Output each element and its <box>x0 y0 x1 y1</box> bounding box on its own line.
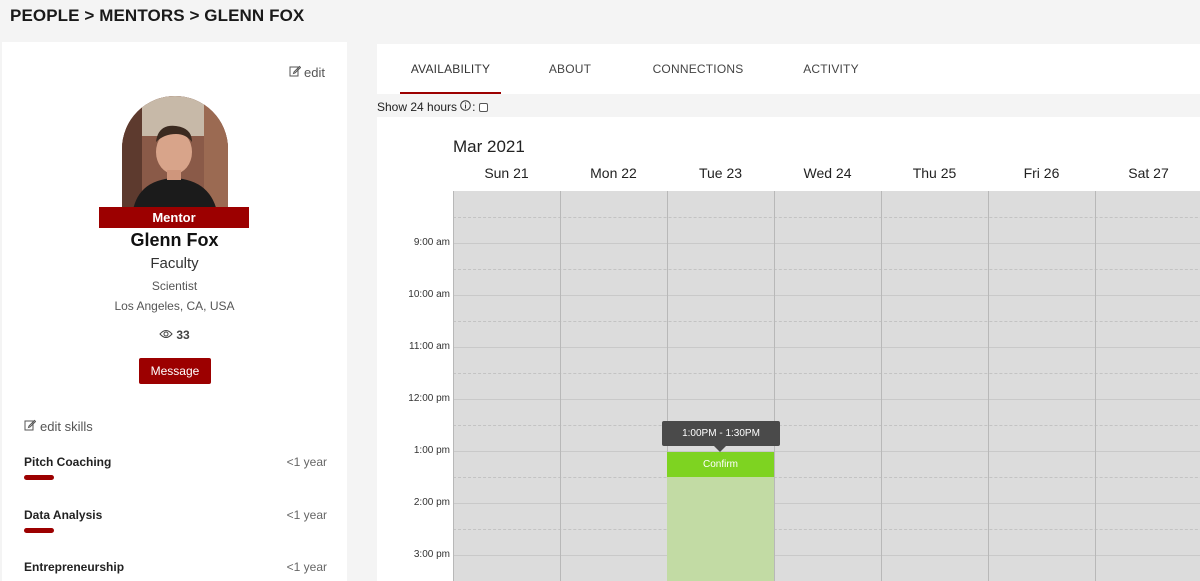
skill-duration: <1 year <box>286 508 327 522</box>
time-label: 3:00 pm <box>413 549 450 560</box>
tab-availability[interactable]: AVAILABILITY <box>400 44 501 94</box>
day-header: Sun 21 <box>484 165 529 181</box>
confirm-button[interactable]: Confirm <box>667 452 774 477</box>
profile-title: Faculty <box>150 255 199 272</box>
edit-skills-link[interactable]: edit skills <box>24 419 93 434</box>
edit-skills-label: edit skills <box>40 419 93 434</box>
day-header: Sat 27 <box>1128 165 1169 181</box>
skill-name: Entrepreneurship <box>24 560 125 574</box>
tab-connections[interactable]: CONNECTIONS <box>645 44 751 94</box>
skill-level-bar <box>24 528 54 533</box>
edit-profile-label: edit <box>304 65 325 80</box>
tab-bar: AVAILABILITY ABOUT CONNECTIONS ACTIVITY <box>377 44 1200 94</box>
show-24-hours-label: Show 24 hours <box>377 100 458 114</box>
edit-icon <box>24 419 37 434</box>
day-header: Thu 25 <box>912 165 957 181</box>
skill-item: Data Analysis <1 year <box>24 508 327 533</box>
time-slot-tooltip: 1:00PM - 1:30PM <box>662 421 780 452</box>
day-header: Mon 22 <box>590 165 637 181</box>
time-label: 12:00 pm <box>408 393 450 404</box>
calendar-month: Mar 2021 <box>453 137 525 156</box>
view-count: 33 <box>2 328 347 342</box>
breadcrumb: PEOPLE > MENTORS > GLENN FOX <box>10 6 305 25</box>
skill-item: Entrepreneurship <1 year <box>24 560 327 574</box>
calendar-grid[interactable] <box>453 191 1200 581</box>
availability-calendar: Mar 2021 Sun 21 Mon 22 Tue 23 Wed 24 Thu… <box>377 117 1200 581</box>
skill-duration: <1 year <box>286 560 327 574</box>
tab-about[interactable]: ABOUT <box>537 44 603 94</box>
profile-panel: edit Mentor Glenn Fox Faculty Scientist … <box>2 42 347 581</box>
time-label: 1:00 pm <box>413 445 450 456</box>
time-label: 2:00 pm <box>413 497 450 508</box>
profile-location: Los Angeles, CA, USA <box>114 299 235 313</box>
profile-name: Glenn Fox <box>130 230 219 250</box>
edit-icon <box>289 65 302 80</box>
show-24-hours-toggle: Show 24 hours : <box>377 100 489 114</box>
skill-name: Data Analysis <box>24 508 103 522</box>
skill-level-bar <box>24 475 54 480</box>
profile-subtitle: Scientist <box>151 279 198 293</box>
skill-duration: <1 year <box>286 455 327 469</box>
day-header: Tue 23 <box>698 165 743 181</box>
time-label: 10:00 am <box>408 289 450 300</box>
show-24-hours-checkbox[interactable] <box>479 102 489 112</box>
avatar <box>122 96 228 216</box>
edit-profile-link[interactable]: edit <box>289 65 325 80</box>
time-label: 9:00 am <box>413 237 450 248</box>
time-label: 11:00 am <box>409 341 450 352</box>
skill-name: Pitch Coaching <box>24 455 112 469</box>
tab-activity[interactable]: ACTIVITY <box>795 44 867 94</box>
role-badge: Mentor <box>99 207 249 228</box>
view-count-value: 33 <box>176 328 190 342</box>
message-button[interactable]: Message <box>139 358 211 384</box>
skill-item: Pitch Coaching <1 year <box>24 455 327 480</box>
eye-icon <box>159 328 173 342</box>
info-icon <box>460 100 471 114</box>
day-header: Wed 24 <box>803 165 852 181</box>
day-header: Fri 26 <box>1023 165 1060 181</box>
